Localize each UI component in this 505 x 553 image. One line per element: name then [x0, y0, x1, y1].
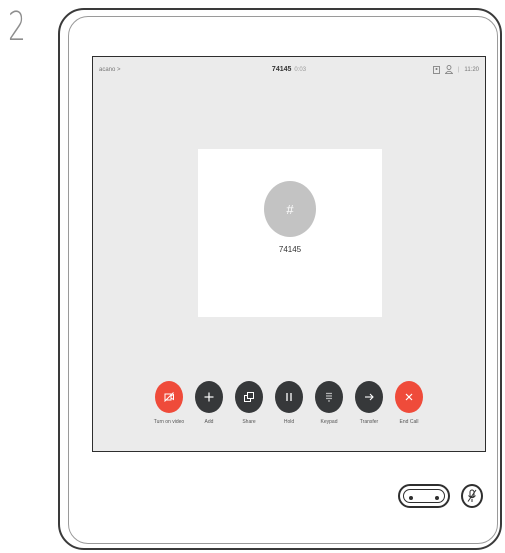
mute-microphone-button[interactable] — [461, 484, 483, 508]
status-divider: | — [457, 66, 460, 73]
share-button[interactable]: Share — [229, 381, 269, 425]
control-label: End Call — [399, 419, 419, 425]
keypad-icon[interactable] — [315, 381, 343, 413]
share-screen-icon[interactable] — [235, 381, 263, 413]
close-icon[interactable] — [395, 381, 423, 413]
transfer-button[interactable]: Transfer — [349, 381, 389, 425]
clock-time: 11:20 — [464, 66, 479, 73]
call-info: 74145 0:03 — [93, 66, 485, 73]
control-label: Add — [204, 419, 214, 425]
user-icon[interactable] — [444, 65, 453, 74]
arrow-right-icon[interactable] — [355, 381, 383, 413]
call-card: # 74145 — [198, 149, 382, 317]
turn-on-video-button[interactable]: Turn on video — [149, 381, 189, 425]
video-off-icon[interactable] — [155, 381, 183, 413]
control-label: Turn on video — [153, 419, 185, 425]
caller-number: 74145 — [278, 245, 302, 254]
plus-icon[interactable] — [195, 381, 223, 413]
contact-card-icon[interactable] — [432, 65, 440, 74]
end-call-button[interactable]: End Call — [389, 381, 429, 425]
hold-button[interactable]: Hold — [269, 381, 309, 425]
pause-icon[interactable] — [275, 381, 303, 413]
control-label: Transfer — [359, 419, 379, 425]
call-duration: 0:03 — [294, 67, 307, 73]
call-number: 74145 — [271, 66, 292, 73]
touch-screen: acano > 74145 0:03 | 11:20 # 74145 Turn o… — [92, 56, 486, 452]
caller-avatar: # — [264, 181, 316, 237]
microphone-muted-icon — [467, 489, 477, 502]
add-button[interactable]: Add — [189, 381, 229, 425]
home-dot-left — [409, 496, 413, 500]
status-bar: acano > 74145 0:03 | 11:20 — [93, 57, 485, 83]
step-number: 2 — [8, 4, 27, 50]
home-button-inner — [403, 489, 445, 503]
control-label: Hold — [283, 419, 295, 425]
status-icons: | 11:20 — [432, 65, 479, 74]
home-dot-right — [435, 496, 439, 500]
keypad-button[interactable]: Keypad — [309, 381, 349, 425]
home-button[interactable] — [398, 484, 450, 508]
control-label: Keypad — [320, 419, 338, 425]
control-label: Share — [242, 419, 256, 425]
